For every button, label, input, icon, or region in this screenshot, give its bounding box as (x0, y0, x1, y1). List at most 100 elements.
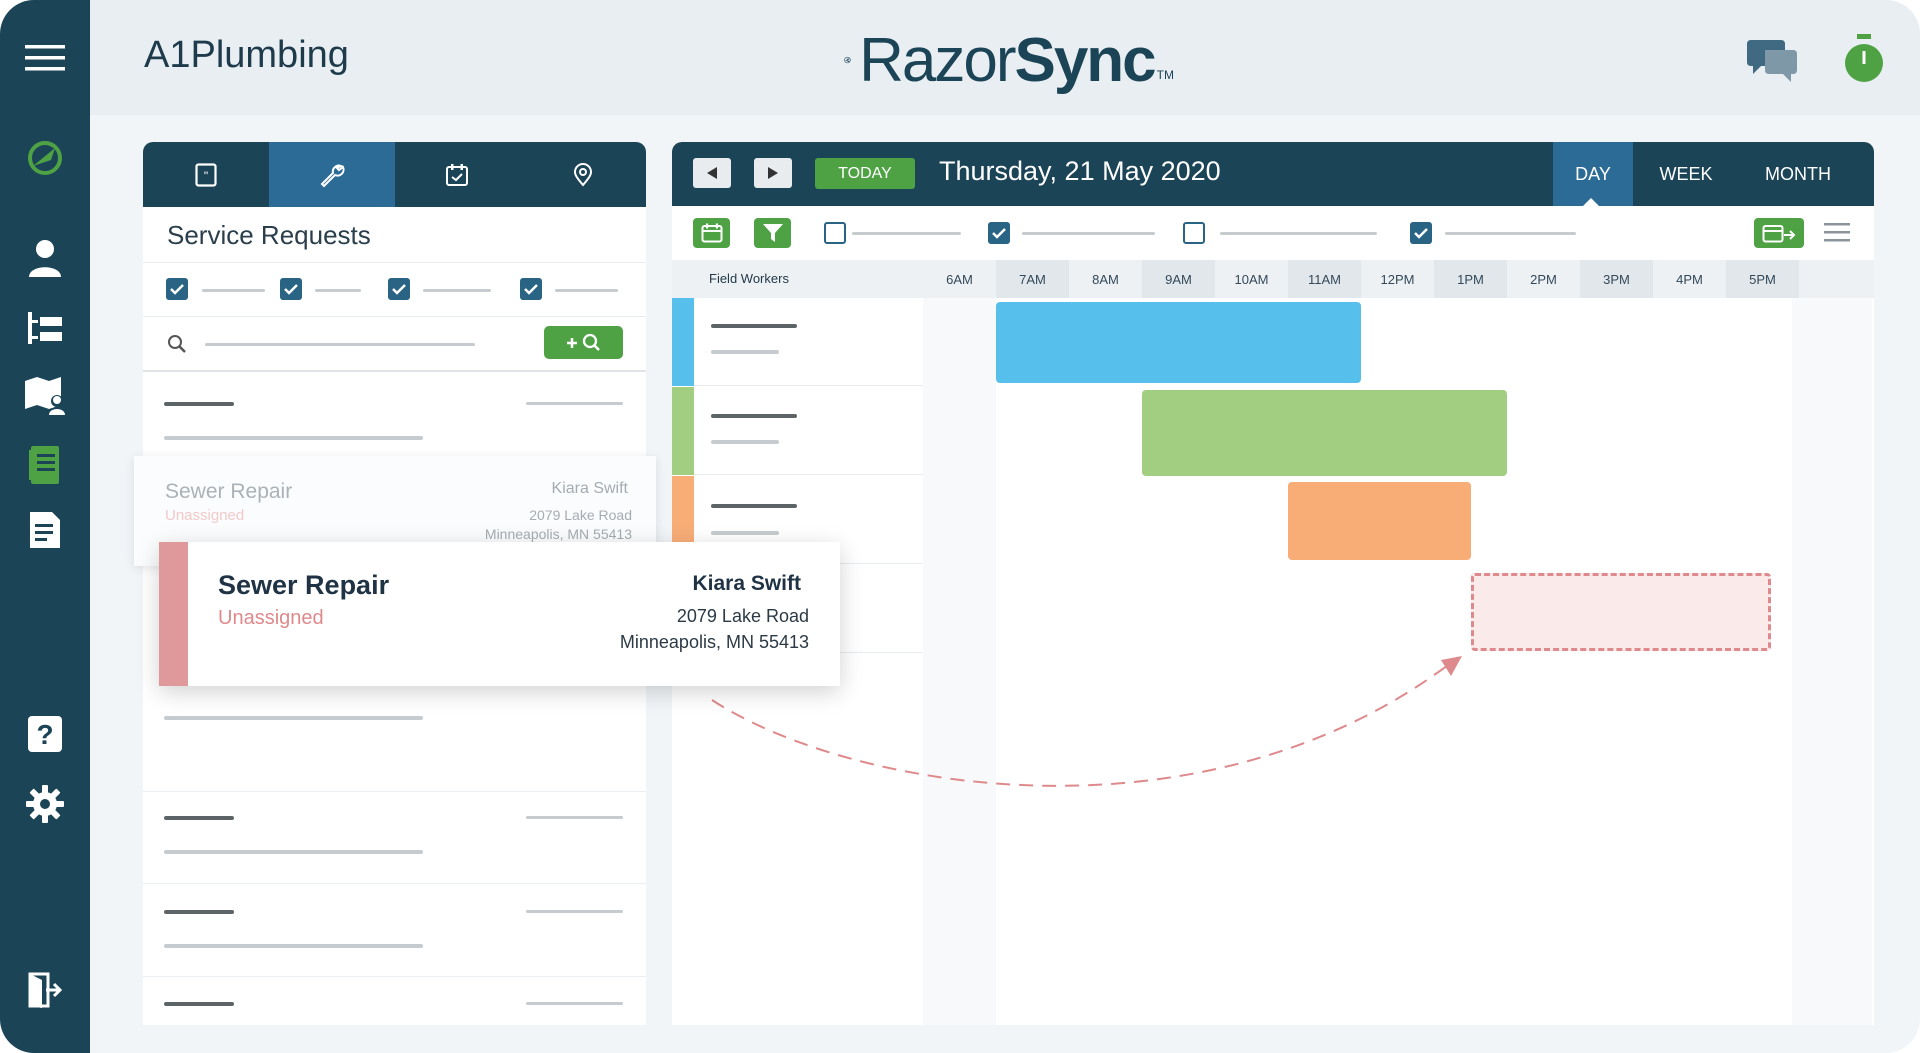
calendar-check-icon (446, 163, 469, 186)
scheduler-checkbox-4[interactable] (1410, 222, 1432, 244)
timeline-header: Field Workers 6AM 7AM 8AM 9AM 10AM 11AM 12PM 1P… (672, 260, 1874, 298)
hour-label: 4PM (1676, 271, 1703, 287)
job-block[interactable] (996, 302, 1361, 383)
ghost-card-worker: Kiara Swift (551, 480, 628, 497)
scheduler-checkbox-1[interactable] (824, 222, 846, 244)
filter-row (143, 262, 646, 317)
view-tab-week[interactable]: WEEK (1633, 142, 1739, 206)
card-color-stripe (159, 542, 188, 686)
scheduler-panel: TODAY Thursday, 21 May 2020 DAY WEEK MON… (672, 142, 1874, 1025)
filter-checkbox-2[interactable] (280, 278, 302, 300)
scheduler-toolbar: TODAY Thursday, 21 May 2020 DAY WEEK MON… (672, 142, 1874, 207)
list-item[interactable] (143, 885, 646, 977)
card-status: Unassigned (218, 607, 324, 629)
hour-label: 9AM (1142, 260, 1215, 298)
filter-checkbox-1[interactable] (166, 278, 188, 300)
document-icon[interactable] (21, 506, 69, 554)
filter-label-placeholder (202, 289, 265, 292)
off-hours-shade (923, 298, 996, 1025)
top-header: A1Plumbing RazorSync TM (90, 0, 1920, 115)
help-icon[interactable]: ? (21, 710, 69, 758)
off-hours-shade (1791, 298, 1872, 1025)
ghost-card-address-line1: 2079 Lake Road (529, 507, 632, 523)
chat-icon[interactable] (1745, 32, 1799, 86)
logo-icon[interactable] (21, 134, 69, 182)
search-row (143, 317, 646, 372)
calendar-arrow-icon (1762, 225, 1796, 243)
tab-locations[interactable] (520, 142, 646, 207)
calendar-icon (701, 223, 722, 243)
next-day-button[interactable] (754, 158, 792, 188)
service-requests-tabs: " (143, 142, 646, 207)
job-block[interactable] (1142, 390, 1507, 476)
ghost-card-status: Unassigned (165, 507, 245, 524)
triangle-right-icon (768, 167, 778, 179)
worker-color-bar (672, 298, 694, 386)
card-worker: Kiara Swift (692, 572, 801, 595)
export-calendar-button[interactable] (1754, 218, 1804, 248)
map-user-icon[interactable] (21, 371, 69, 419)
drop-target-slot[interactable] (1470, 573, 1771, 651)
list-item[interactable] (143, 700, 646, 792)
triangle-left-icon (707, 167, 717, 179)
logout-icon[interactable] (21, 966, 69, 1014)
field-workers-label: Field Workers (709, 271, 789, 286)
service-request-drag-card[interactable]: Sewer Repair Unassigned Kiara Swift 2079… (159, 542, 840, 686)
ghost-card-address-line2: Minneapolis, MN 55413 (484, 526, 632, 542)
view-tab-day[interactable]: DAY (1553, 142, 1633, 206)
hamburger-icon[interactable] (21, 34, 69, 82)
worker-color-bar (672, 387, 694, 475)
quote-icon: " (195, 162, 217, 187)
wrench-icon (320, 164, 345, 187)
search-icon (168, 335, 186, 353)
scheduler-checkbox-2[interactable] (988, 222, 1010, 244)
company-name: A1Plumbing (144, 34, 349, 76)
hour-label: 11AM (1288, 260, 1361, 298)
hierarchy-icon[interactable] (21, 304, 69, 352)
stopwatch-icon[interactable] (1837, 32, 1891, 86)
filter-label-placeholder (555, 289, 618, 292)
tab-service[interactable] (268, 142, 395, 207)
tab-schedule[interactable] (395, 142, 521, 207)
app-window: ? A1Plumbing RazorSync TM " Service Requ… (0, 0, 1920, 1053)
gear-icon[interactable] (21, 780, 69, 828)
today-button[interactable]: TODAY (815, 158, 915, 189)
hour-label: 12PM (1380, 271, 1415, 287)
brand-name-light: Razor (859, 25, 1016, 95)
location-pin-icon (574, 162, 593, 187)
hour-label: 3PM (1580, 260, 1653, 298)
brand-trademark: TM (1156, 68, 1174, 82)
list-item[interactable] (143, 374, 646, 466)
funnel-icon (762, 224, 783, 242)
previous-day-button[interactable] (693, 158, 731, 188)
hour-label: 5PM (1726, 260, 1799, 298)
scheduler-filter-bar (672, 206, 1874, 260)
filter-button[interactable] (754, 218, 791, 248)
search-input[interactable] (205, 343, 475, 346)
hour-label: 8AM (1092, 271, 1119, 287)
view-tab-month[interactable]: MONTH (1739, 142, 1857, 206)
schedule-grid (672, 298, 1874, 1025)
tab-quotes[interactable]: " (143, 142, 269, 207)
svg-text:?: ? (36, 719, 53, 750)
sidebar-nav: ? (0, 0, 90, 1053)
razorsync-logo-icon (844, 56, 851, 64)
user-icon[interactable] (21, 234, 69, 282)
job-block[interactable] (1288, 482, 1471, 560)
filter-checkbox-4[interactable] (520, 278, 542, 300)
menu-lines-icon[interactable] (1824, 222, 1850, 246)
hour-label: 6AM (946, 271, 973, 287)
svg-text:": " (204, 169, 208, 183)
list-item[interactable] (143, 978, 646, 1025)
timeline-area[interactable] (923, 298, 1874, 1025)
notebook-icon[interactable] (21, 441, 69, 489)
filter-checkbox-3[interactable] (388, 278, 410, 300)
add-search-button[interactable] (544, 326, 623, 359)
hour-label: 1PM (1434, 260, 1507, 298)
filter-label-placeholder (315, 289, 361, 292)
list-item[interactable] (143, 792, 646, 884)
calendar-button[interactable] (693, 218, 730, 248)
brand-name-bold: Sync (1014, 25, 1156, 95)
scheduler-checkbox-3[interactable] (1183, 222, 1205, 244)
current-date: Thursday, 21 May 2020 (939, 156, 1221, 186)
